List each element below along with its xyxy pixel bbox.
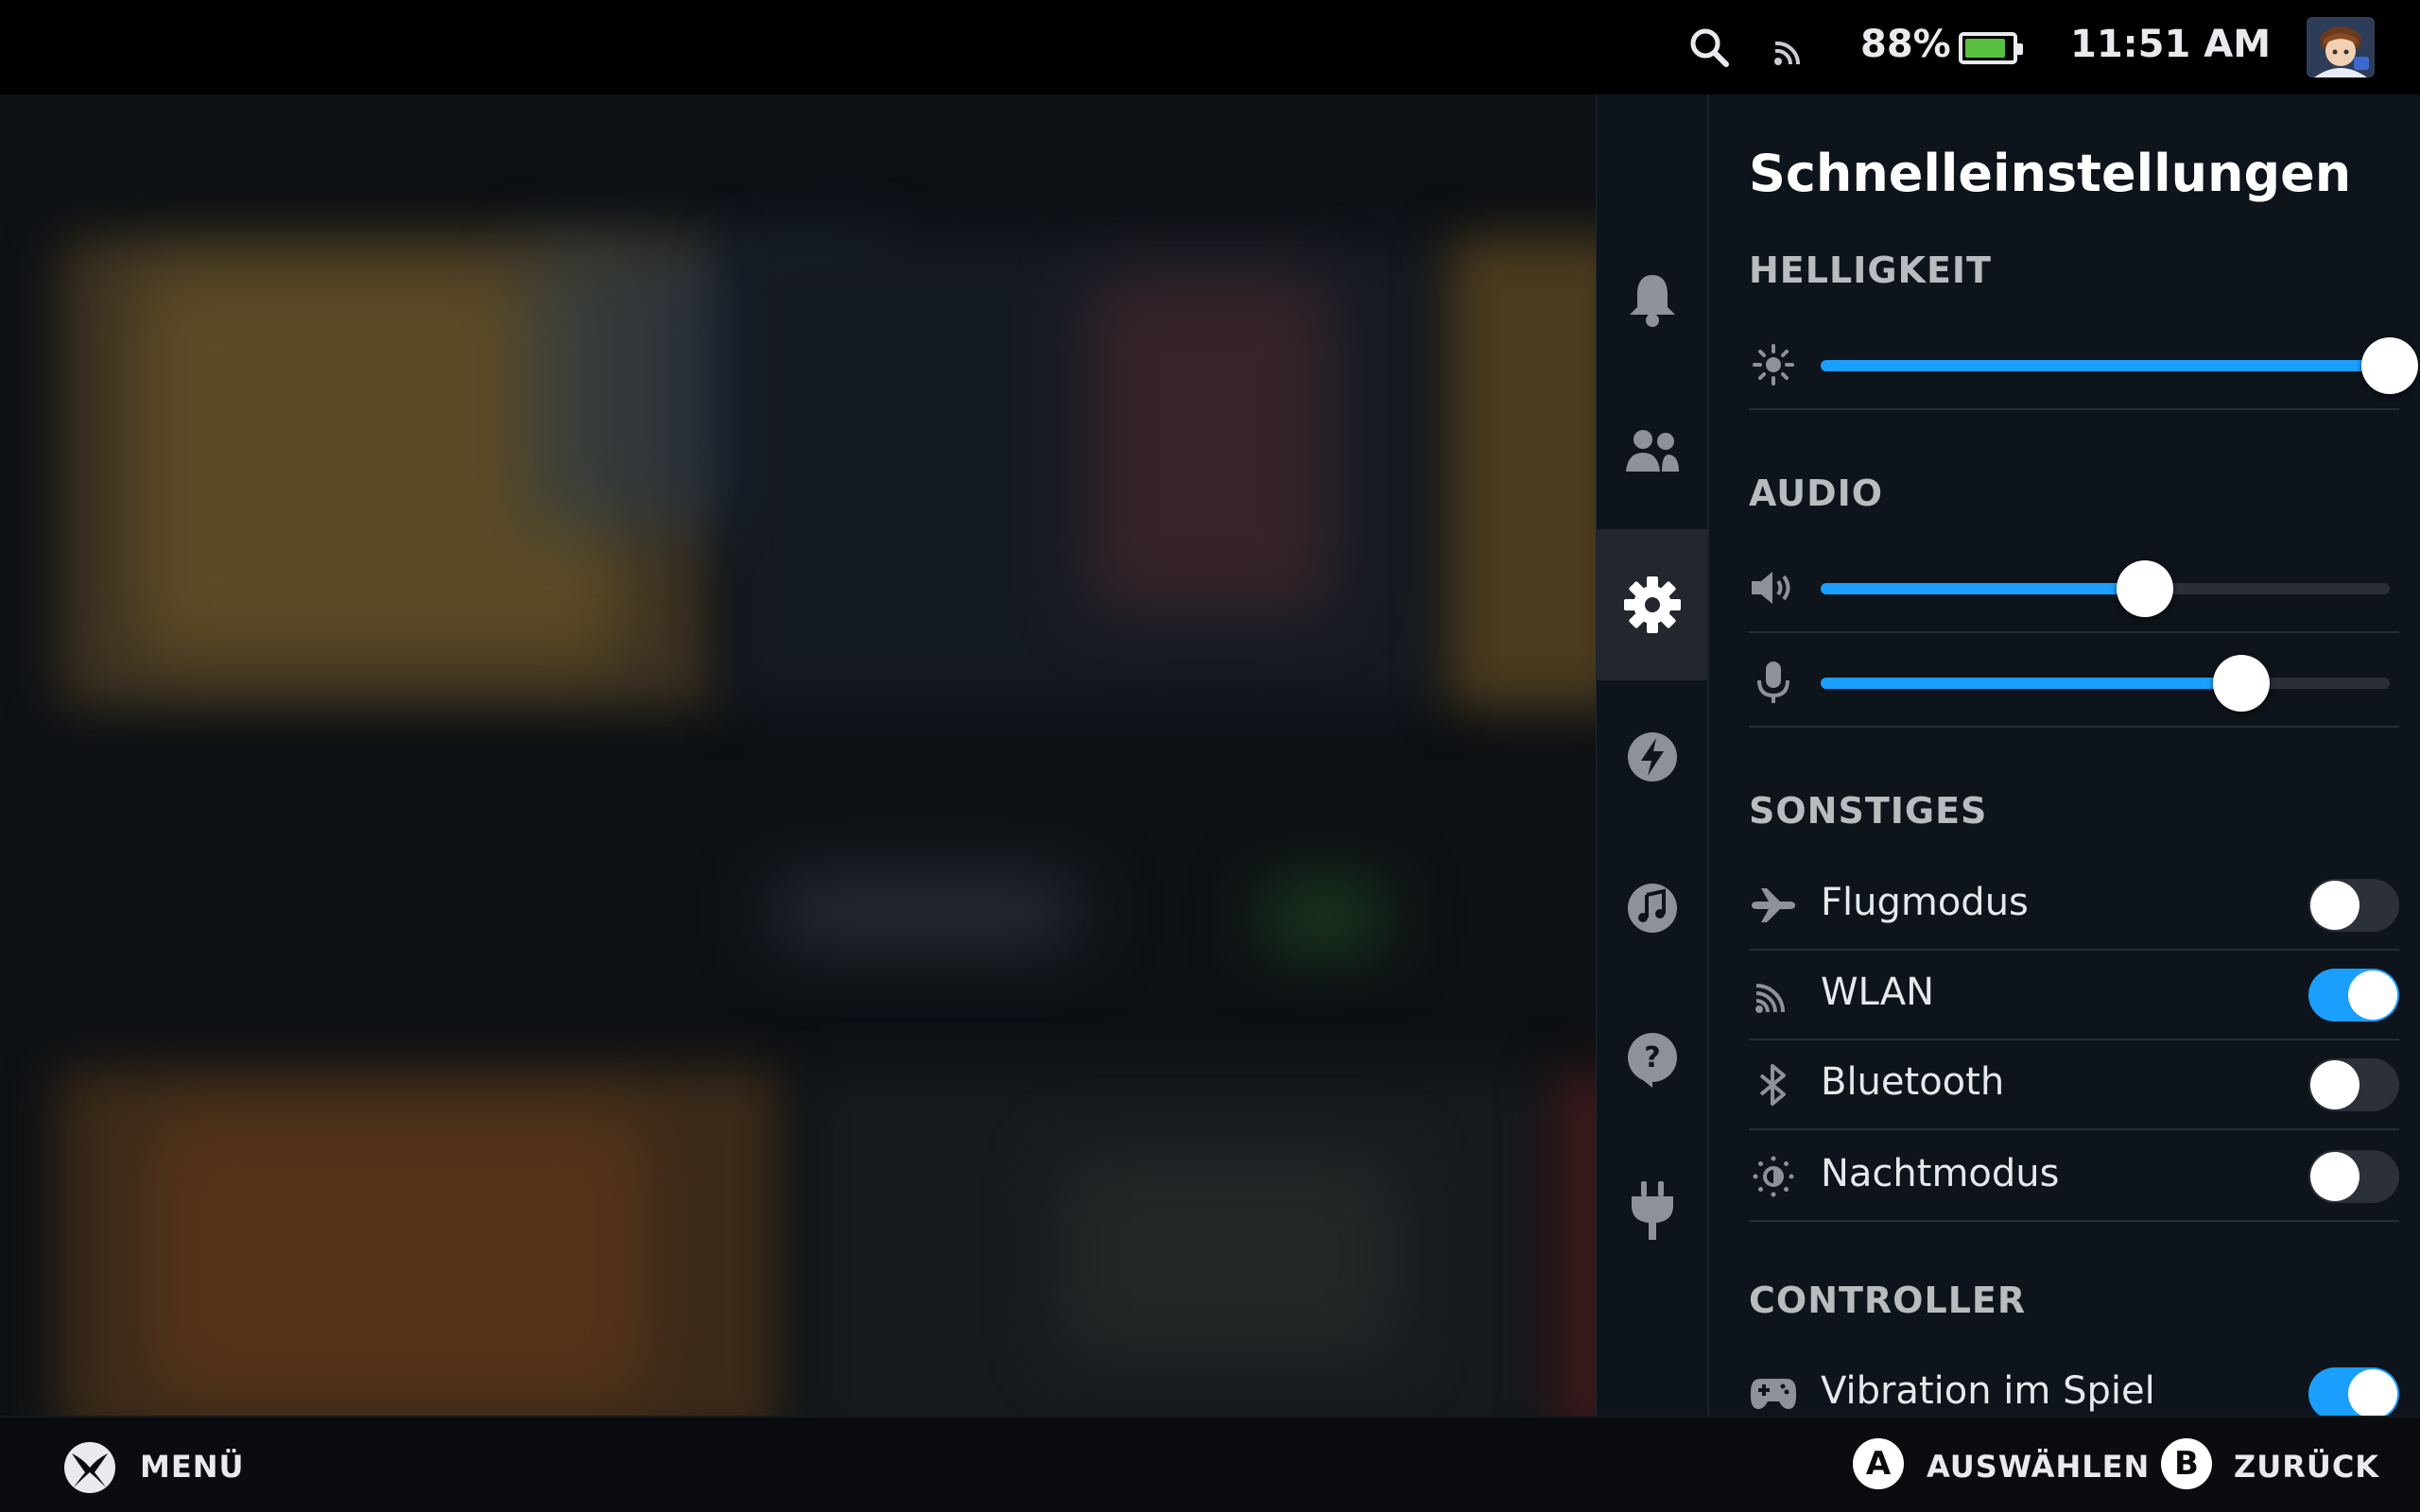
section-heading-controller: CONTROLLER [1749, 1280, 2027, 1321]
airplane-mode-toggle[interactable] [2308, 879, 2399, 932]
night-mode-icon [1749, 1154, 1798, 1199]
divider [1749, 1220, 2399, 1222]
background-glow [151, 1115, 643, 1399]
avatar[interactable] [2307, 17, 2375, 77]
help-icon: ? [1628, 1033, 1677, 1088]
clock: 11:51 AM [2070, 23, 2272, 66]
battery-percent: 88% [1860, 23, 1951, 66]
rail-item-performance[interactable] [1597, 681, 1708, 833]
back-label: ZURÜCK [2234, 1449, 2380, 1485]
background-glow [775, 879, 1078, 945]
toggle-label: Flugmodus [1821, 881, 2029, 924]
wifi-icon [1749, 972, 1798, 1018]
gamepad-icon [1749, 1371, 1798, 1416]
section-heading-misc: SONSTIGES [1749, 790, 1988, 832]
toggle-knob [2348, 971, 2397, 1020]
lightning-icon [1628, 732, 1677, 782]
toggle-row-bluetooth[interactable]: Bluetooth [1749, 1040, 2399, 1130]
bell-icon [1630, 275, 1675, 327]
rail-item-music[interactable] [1597, 833, 1708, 984]
toggle-knob [2310, 881, 2360, 930]
search-icon[interactable] [1683, 21, 1736, 74]
slider-knob[interactable] [2361, 337, 2418, 394]
toggle-knob [2310, 1152, 2360, 1201]
quick-access-rail: ? [1596, 94, 1708, 1416]
rail-item-power[interactable] [1597, 1135, 1708, 1286]
toggle-knob [2348, 1369, 2397, 1416]
quick-settings-panel: Schnelleinstellungen HELLIGKEIT AUDIO SO… [1707, 94, 2420, 1416]
panel-title: Schnelleinstellungen [1749, 144, 2352, 203]
select-label: AUSWÄHLEN [1927, 1449, 2151, 1485]
wlan-toggle[interactable] [2308, 969, 2399, 1022]
battery-level-fill [1965, 39, 2006, 58]
rail-item-friends[interactable] [1597, 375, 1708, 526]
toggle-row-airplane-mode[interactable]: Flugmodus [1749, 860, 2399, 951]
music-icon [1628, 884, 1677, 933]
microphone-icon [1749, 660, 1798, 705]
toggle-row-wlan[interactable]: WLAN [1749, 950, 2399, 1040]
background-glow [1059, 1153, 1399, 1361]
b-button-icon[interactable]: B [2161, 1438, 2212, 1489]
bottom-bar: MENÜ A AUSWÄHLEN B ZURÜCK [0, 1416, 2420, 1512]
slider-fill [1821, 360, 2390, 371]
status-bar: 88% 11:51 AM [0, 0, 2420, 94]
wifi-icon [1764, 21, 1817, 74]
slider-knob[interactable] [2117, 560, 2174, 617]
section-heading-audio: AUDIO [1749, 472, 1884, 514]
volume-row [1749, 542, 2399, 633]
bluetooth-icon [1749, 1062, 1798, 1108]
divider [1749, 1128, 2399, 1130]
toggle-label: Nachtmodus [1821, 1152, 2060, 1195]
brightness-slider[interactable] [1821, 337, 2418, 394]
divider [1749, 726, 2399, 728]
toggle-label: WLAN [1821, 971, 1935, 1014]
toggle-label: Vibration im Spiel [1821, 1369, 2155, 1413]
rail-item-settings[interactable] [1597, 529, 1708, 680]
gear-icon [1624, 576, 1681, 633]
blurred-library-background [0, 94, 1598, 1416]
svg-text:?: ? [1644, 1041, 1660, 1074]
slider-fill [1821, 678, 2242, 689]
background-glow [1087, 274, 1333, 614]
menu-label: MENÜ [140, 1449, 245, 1485]
toggle-label: Bluetooth [1821, 1060, 2005, 1104]
friends-icon [1626, 430, 1679, 472]
slider-fill [1821, 583, 2146, 594]
microphone-slider[interactable] [1821, 655, 2390, 712]
rail-item-help[interactable]: ? [1597, 984, 1708, 1135]
a-button-icon[interactable]: A [1853, 1438, 1904, 1489]
background-glow [1267, 888, 1380, 945]
speaker-icon [1749, 565, 1798, 610]
background-card [1446, 236, 1598, 709]
xbox-button-icon[interactable] [62, 1440, 117, 1495]
divider [1749, 408, 2399, 410]
brightness-row [1749, 319, 2418, 410]
night-mode-toggle[interactable] [2308, 1150, 2399, 1203]
volume-slider[interactable] [1821, 560, 2390, 617]
sun-icon [1749, 342, 1798, 387]
section-heading-brightness: HELLIGKEIT [1749, 249, 1992, 291]
background-card [1550, 1068, 1598, 1416]
airplane-icon [1749, 883, 1798, 928]
battery-icon [1959, 32, 2023, 64]
slider-knob[interactable] [2213, 655, 2271, 712]
divider [1749, 631, 2399, 633]
vibration-toggle[interactable] [2308, 1367, 2399, 1416]
rail-item-notifications[interactable] [1597, 224, 1708, 375]
toggle-knob [2310, 1060, 2360, 1109]
toggle-row-vibration[interactable]: Vibration im Spiel [1749, 1349, 2399, 1416]
bluetooth-toggle[interactable] [2308, 1058, 2399, 1111]
plug-icon [1632, 1181, 1673, 1240]
toggle-row-night-mode[interactable]: Nachtmodus [1749, 1131, 2399, 1222]
microphone-row [1749, 637, 2399, 728]
